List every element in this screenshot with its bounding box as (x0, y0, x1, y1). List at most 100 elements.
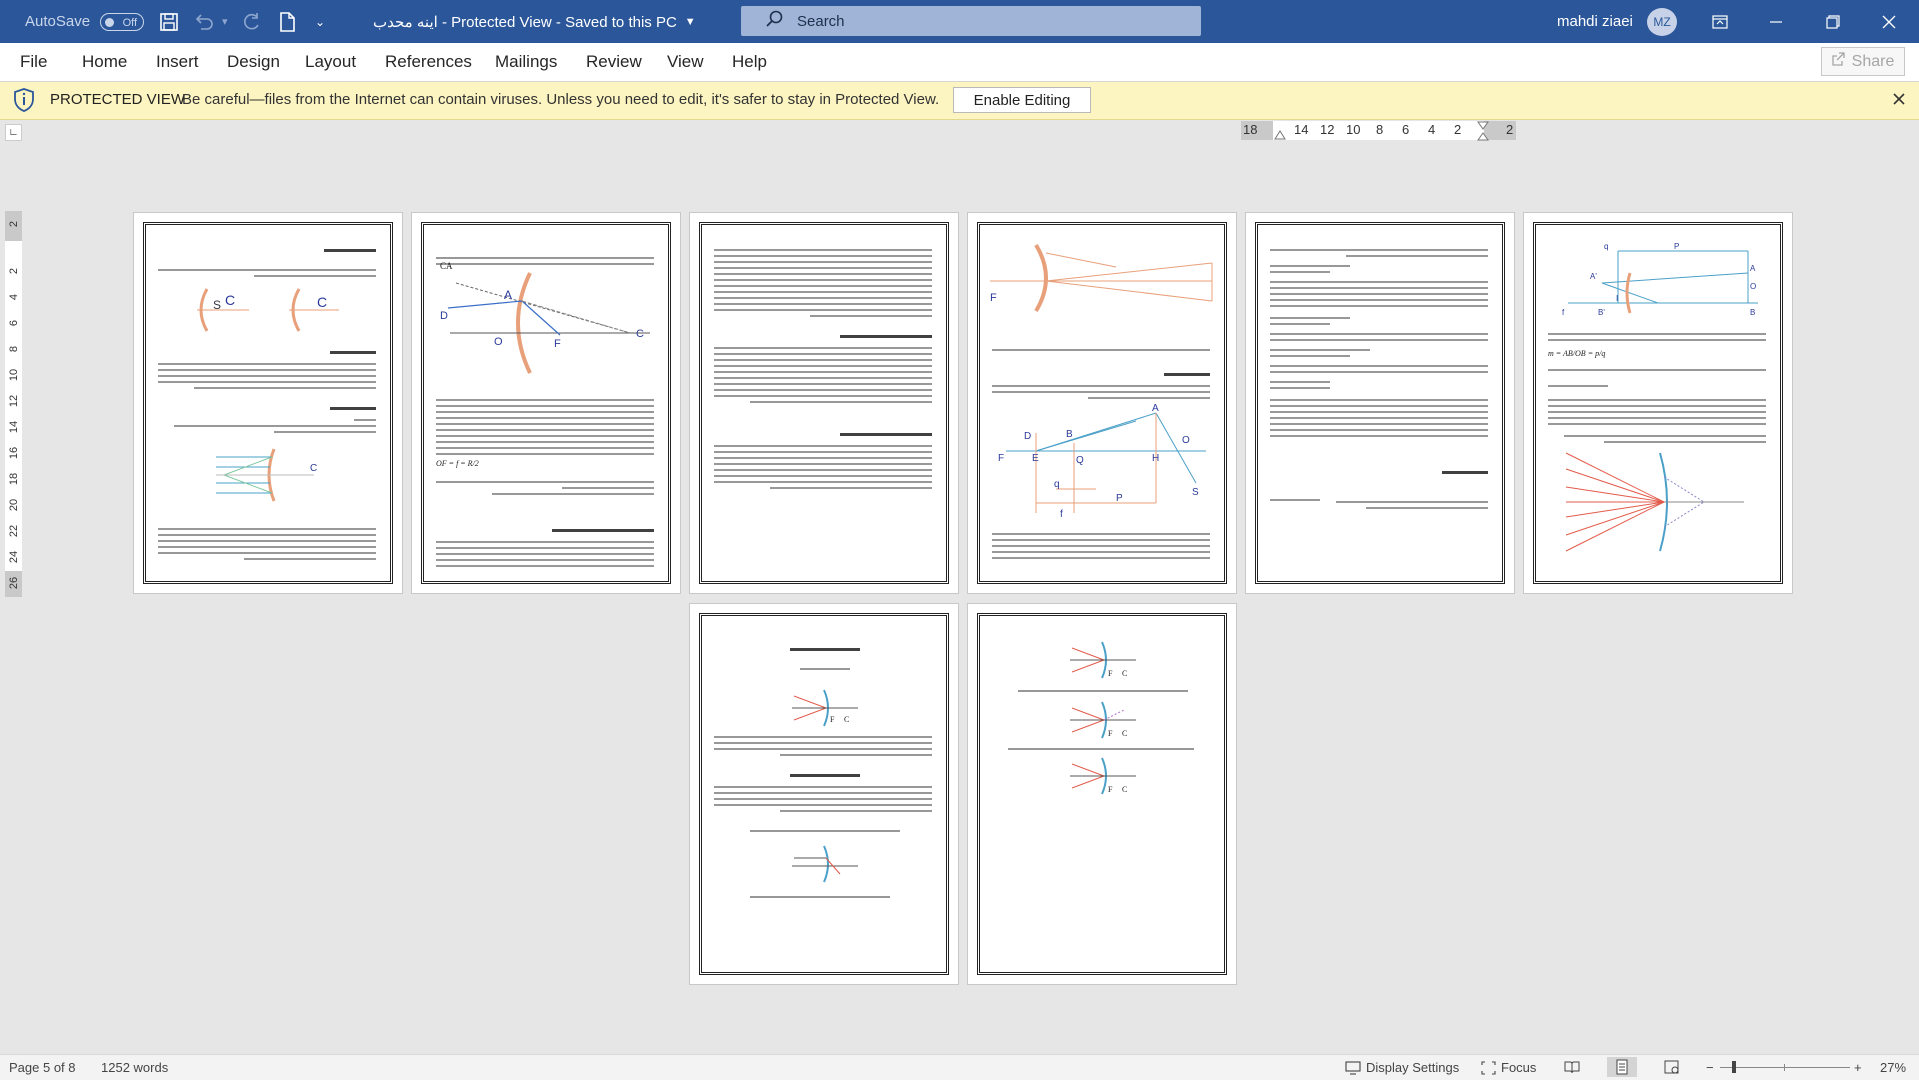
tab-file[interactable]: File (20, 43, 47, 81)
label-f: F (1108, 785, 1113, 794)
enable-editing-button[interactable]: Enable Editing (953, 87, 1091, 113)
horizontal-ruler[interactable]: 18 14 12 10 8 6 4 2 2 (1241, 121, 1516, 141)
zoom-in-icon[interactable]: + (1854, 1060, 1862, 1075)
label-c: C (844, 715, 849, 724)
converging-rays-diagram (1565, 452, 1744, 552)
label-f: F (554, 338, 561, 350)
ruler-tick: 4 (8, 293, 20, 301)
tab-review[interactable]: Review (586, 43, 642, 81)
close-icon[interactable] (1866, 0, 1912, 43)
tab-view[interactable]: View (667, 43, 704, 81)
tab-home[interactable]: Home (82, 43, 127, 81)
tab-design[interactable]: Design (227, 43, 280, 81)
label-c: C (317, 294, 327, 310)
ruler-tick: 2 (8, 220, 20, 228)
label-a: A (1152, 403, 1159, 414)
label-s: S (1192, 487, 1199, 498)
ruler-tick: 14 (1294, 122, 1309, 137)
label-f: F (1108, 669, 1113, 678)
autosave-toggle[interactable]: Off (100, 12, 145, 31)
tab-mailings[interactable]: Mailings (495, 43, 557, 81)
tab-layout[interactable]: Layout (305, 43, 356, 81)
document-title[interactable]: اینه محدب - Protected View - Saved to th… (373, 0, 696, 43)
ruler-tick: 2 (8, 267, 20, 275)
zoom-level[interactable]: 27% (1880, 1060, 1906, 1075)
ruler-tick: 6 (1402, 122, 1410, 137)
share-button[interactable]: Share (1821, 47, 1905, 76)
web-layout-icon[interactable] (1664, 1060, 1680, 1077)
label-c: C (225, 292, 235, 308)
read-mode-icon[interactable] (1564, 1060, 1580, 1077)
lens-rays-diagram: F C (792, 689, 858, 727)
tab-help[interactable]: Help (732, 43, 767, 81)
undo-icon[interactable] (193, 0, 215, 43)
convex-mirror-diagram: F (990, 243, 1213, 313)
restore-icon[interactable] (1810, 0, 1856, 43)
close-icon[interactable] (1893, 92, 1905, 110)
label-p: P (1674, 243, 1679, 251)
right-indent-marker[interactable] (1477, 121, 1489, 147)
save-icon[interactable] (158, 0, 180, 43)
document-page-8[interactable]: F C F C F C (967, 603, 1237, 985)
new-document-icon[interactable] (277, 0, 297, 43)
document-page-6[interactable]: q P A' A O B f B' I m = AB/OB = p/q (1523, 212, 1793, 594)
label-c: C (310, 463, 317, 474)
label-q-small: q (1054, 479, 1060, 490)
ruler-tick: 4 (1428, 122, 1436, 137)
display-settings-icon (1345, 1060, 1361, 1075)
zoom-slider[interactable] (1720, 1061, 1850, 1073)
label-f: f (1562, 308, 1565, 317)
document-page-4[interactable]: F D B A O F E H Q S q P f (967, 212, 1237, 594)
vertical-ruler[interactable]: 2 2 4 6 8 10 12 14 16 18 20 22 24 26 (5, 211, 22, 597)
document-page-1[interactable]: S C C C (133, 212, 403, 594)
display-settings-button[interactable]: Display Settings (1345, 1060, 1459, 1075)
document-page-5[interactable] (1245, 212, 1515, 594)
shield-icon (12, 87, 36, 118)
ruler-tick: 10 (1346, 122, 1361, 137)
label-f: F (998, 453, 1004, 464)
zoom-out-icon[interactable]: − (1706, 1060, 1714, 1075)
undo-dropdown-icon[interactable]: ▾ (222, 0, 228, 43)
ruler-tick: 8 (8, 345, 20, 353)
focus-label: Focus (1501, 1060, 1537, 1075)
user-name[interactable]: mahdi ziaei (1557, 0, 1633, 43)
search-input[interactable]: Search (741, 6, 1201, 36)
label-b: B (1750, 308, 1755, 317)
focus-button[interactable]: Focus (1481, 1060, 1536, 1075)
avatar[interactable]: MZ (1647, 8, 1677, 36)
share-label: Share (1851, 52, 1895, 70)
minimize-icon[interactable] (1753, 0, 1799, 43)
label-s: S (213, 298, 221, 312)
document-page-3[interactable] (689, 212, 959, 594)
document-page-7[interactable]: F C (689, 603, 959, 985)
print-layout-icon[interactable] (1607, 1057, 1637, 1077)
ruler-tick: 6 (8, 319, 20, 327)
tab-selector[interactable]: ∟ (5, 124, 22, 141)
autosave-group[interactable]: AutoSave Off (25, 0, 145, 43)
page-indicator[interactable]: Page 5 of 8 (9, 1060, 76, 1075)
ruler-tick: 16 (8, 446, 20, 460)
geometry-construction-diagram: D B A O F E H Q S q P f (998, 403, 1206, 520)
label-a: A (1750, 264, 1756, 273)
left-indent-marker[interactable] (1274, 129, 1286, 140)
document-page-2[interactable]: CA A D O F C OF = f = R/2 (411, 212, 681, 594)
lens-geometry-diagram: q P A' A O B f B' I (1562, 243, 1758, 317)
word-count[interactable]: 1252 words (101, 1060, 168, 1075)
redo-icon[interactable] (240, 0, 262, 43)
label-o: O (1182, 435, 1190, 446)
label-q: Q (1076, 455, 1084, 466)
protected-view-title: PROTECTED VIEW (50, 91, 186, 108)
label-c: C (1122, 785, 1127, 794)
label-p: P (1116, 493, 1123, 504)
ruler-tick: 26 (8, 576, 20, 590)
zoom-slider-thumb[interactable] (1732, 1061, 1736, 1073)
tab-insert[interactable]: Insert (156, 43, 199, 81)
customize-qat-icon[interactable]: ⌄ (315, 0, 325, 43)
tab-references[interactable]: References (385, 43, 472, 81)
display-settings-label: Display Settings (1366, 1060, 1460, 1075)
ruler-tick: 20 (8, 498, 20, 512)
ruler-tick: 8 (1376, 122, 1384, 137)
ribbon-display-options-icon[interactable] (1697, 0, 1743, 43)
page-border (1255, 222, 1505, 584)
label-a: A (504, 288, 512, 302)
